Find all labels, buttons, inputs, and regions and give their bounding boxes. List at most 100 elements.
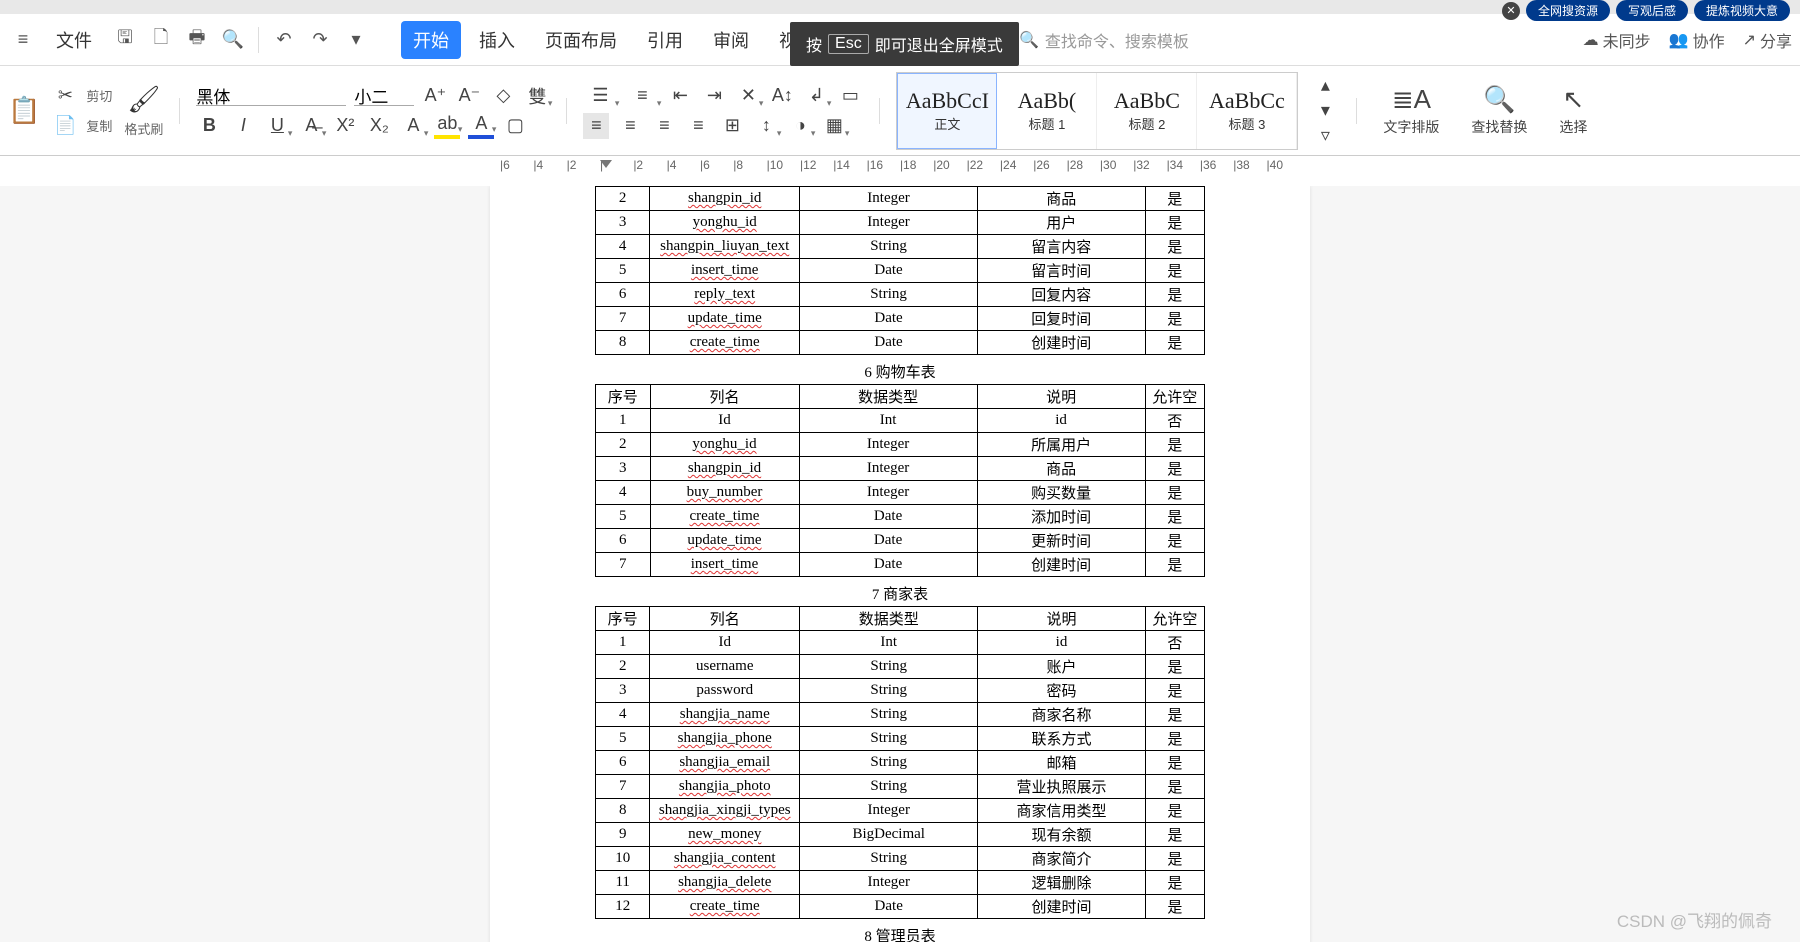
table-row: 8shangjia_xingji_typesInteger商家信用类型是 (596, 799, 1205, 823)
save-icon[interactable]: 🖫 (110, 25, 140, 55)
top-pills: ✕ 全网搜资源 写观后感 提炼视频大意 (1502, 0, 1790, 21)
menu-icon[interactable]: ≡ (8, 25, 38, 55)
document-page[interactable]: 2shangpin_idInteger商品是3yonghu_idInteger用… (490, 186, 1310, 942)
table-row: 6update_timeDate更新时间是 (596, 529, 1205, 553)
preview-icon[interactable]: 🔍 (218, 25, 248, 55)
table-row: 2yonghu_idInteger所属用户是 (596, 433, 1205, 457)
italic-icon[interactable]: I (230, 113, 256, 139)
grow-font-icon[interactable]: A⁺ (422, 83, 448, 109)
numbering-icon[interactable]: ≡ (625, 83, 659, 109)
ruler[interactable]: |6|4|2||2|4|6|8|10|12|14|16|18|20|22|24|… (0, 156, 1800, 182)
font-name-select[interactable] (196, 85, 346, 106)
top-actions: ☁未同步 👥协作 ↗分享 (1583, 28, 1792, 52)
menu-file[interactable]: 文件 (44, 21, 104, 59)
csdn-watermark: CSDN @飞翔的佩奇 (1617, 907, 1772, 932)
undo-icon[interactable]: ↶ (269, 25, 299, 55)
table-caption: 8 管理员表 (520, 925, 1280, 942)
format-painter[interactable]: 🖌 格式刷 (124, 84, 163, 138)
table-caption: 6 购物车表 (520, 361, 1280, 382)
menu-insert[interactable]: 插入 (467, 21, 527, 59)
phonetic-icon[interactable]: 雙 (524, 83, 550, 109)
underline-icon[interactable]: U (264, 113, 290, 139)
text-effect-icon[interactable]: A (400, 113, 426, 139)
table-row: 3yonghu_idInteger用户是 (596, 211, 1205, 235)
menu-start[interactable]: 开始 (401, 21, 461, 59)
text-layout-button[interactable]: ≣A文字排版 (1373, 84, 1449, 137)
shading-icon[interactable]: ◑ (787, 113, 813, 139)
text-direction-icon[interactable]: A↕ (769, 83, 795, 109)
line-spacing-icon[interactable]: ↕ (753, 113, 779, 139)
sort-icon[interactable]: ✕ (735, 83, 761, 109)
copy-icon[interactable]: 📄 (52, 113, 78, 139)
menu-layout[interactable]: 页面布局 (533, 21, 629, 59)
table-row: 4shangpin_liuyan_textString留言内容是 (596, 235, 1205, 259)
indent-marker-icon[interactable] (600, 160, 612, 168)
menu-review[interactable]: 审阅 (701, 21, 761, 59)
data-table: 序号列名数据类型说明允许空1IdIntid否2yonghu_idInteger所… (595, 384, 1205, 577)
search-placeholder: 查找命令、搜索模板 (1045, 28, 1189, 52)
align-right-icon[interactable]: ≡ (651, 113, 677, 139)
table-row: 4buy_numberInteger购买数量是 (596, 481, 1205, 505)
table-row: 3shangpin_idInteger商品是 (596, 457, 1205, 481)
collab-button[interactable]: 👥协作 (1669, 28, 1725, 52)
style-正文[interactable]: AaBbCcI正文 (897, 73, 997, 149)
cut-icon[interactable]: ✂ (52, 83, 78, 109)
cloud-icon: ☁ (1583, 30, 1599, 50)
pill-3[interactable]: 提炼视频大意 (1694, 0, 1790, 21)
align-center-icon[interactable]: ≡ (617, 113, 643, 139)
superscript-icon[interactable]: X² (332, 113, 358, 139)
styles-down-icon[interactable]: ▾ (1312, 98, 1338, 123)
print-preview-icon[interactable]: 🗋 (146, 25, 176, 55)
line-break-icon[interactable]: ↲ (803, 83, 829, 109)
sync-status[interactable]: ☁未同步 (1583, 28, 1651, 52)
cursor-icon: ↖ (1563, 84, 1585, 115)
paste-group[interactable]: 📋 (8, 95, 40, 126)
table-row: 7insert_timeDate创建时间是 (596, 553, 1205, 577)
font-size-select[interactable] (354, 85, 414, 106)
style-标题 2[interactable]: AaBbC标题 2 (1097, 73, 1197, 149)
data-table: 序号列名数据类型说明允许空1IdIntid否2usernameString账户是… (595, 606, 1205, 919)
align-left-icon[interactable]: ≡ (583, 113, 609, 139)
more-qat-icon[interactable]: ▾ (341, 25, 371, 55)
table-row: 4shangjia_nameString商家名称是 (596, 703, 1205, 727)
styles-gallery[interactable]: AaBbCcI正文AaBb(标题 1AaBbC标题 2AaBbCc标题 3 (896, 72, 1298, 150)
share-button[interactable]: ↗分享 (1743, 28, 1792, 52)
style-标题 1[interactable]: AaBb(标题 1 (997, 73, 1097, 149)
styles-more-icon[interactable]: ▿ (1312, 123, 1338, 148)
redo-icon[interactable]: ↷ (305, 25, 335, 55)
shrink-font-icon[interactable]: A⁻ (456, 83, 482, 109)
outdent-icon[interactable]: ⇤ (667, 83, 693, 109)
char-border-icon[interactable]: ▢ (502, 113, 528, 139)
table-row: 5shangjia_phoneString联系方式是 (596, 727, 1205, 751)
bold-icon[interactable]: B (196, 113, 222, 139)
align-justify-icon[interactable]: ≡ (685, 113, 711, 139)
pill-2[interactable]: 写观后感 (1616, 0, 1688, 21)
find-replace-button[interactable]: 🔍查找替换 (1461, 84, 1537, 137)
borders-icon[interactable]: ▦ (821, 113, 847, 139)
table-row: 11shangjia_deleteInteger逻辑删除是 (596, 871, 1205, 895)
clear-format-icon[interactable]: ◇ (490, 83, 516, 109)
search-box[interactable]: 🔍 查找命令、搜索模板 (1019, 28, 1189, 52)
indent-icon[interactable]: ⇥ (701, 83, 727, 109)
style-标题 3[interactable]: AaBbCc标题 3 (1197, 73, 1297, 149)
styles-up-icon[interactable]: ▴ (1312, 74, 1338, 99)
menu-ref[interactable]: 引用 (635, 21, 695, 59)
align-distribute-icon[interactable]: ⊞ (719, 113, 745, 139)
print-icon[interactable]: 🖶 (182, 25, 212, 55)
bullets-icon[interactable]: ☰ (583, 83, 617, 109)
table-row: 8create_timeDate创建时间是 (596, 331, 1205, 355)
table-row: 6reply_textString回复内容是 (596, 283, 1205, 307)
subscript-icon[interactable]: X₂ (366, 113, 392, 139)
highlight-icon[interactable]: ab (434, 113, 460, 139)
table-row: 12create_timeDate创建时间是 (596, 895, 1205, 919)
table-row: 9new_moneyBigDecimal现有余额是 (596, 823, 1205, 847)
select-button[interactable]: ↖选择 (1549, 84, 1597, 137)
search-icon: 🔍 (1019, 30, 1039, 50)
pill-1[interactable]: 全网搜资源 (1526, 0, 1610, 21)
font-color-icon[interactable]: A (468, 113, 494, 139)
strike-icon[interactable]: A̶ (298, 113, 324, 139)
brush-icon: 🖌 (127, 84, 160, 115)
close-icon[interactable]: ✕ (1502, 2, 1520, 20)
table-caption: 7 商家表 (520, 583, 1280, 604)
show-marks-icon[interactable]: ▭ (837, 83, 863, 109)
